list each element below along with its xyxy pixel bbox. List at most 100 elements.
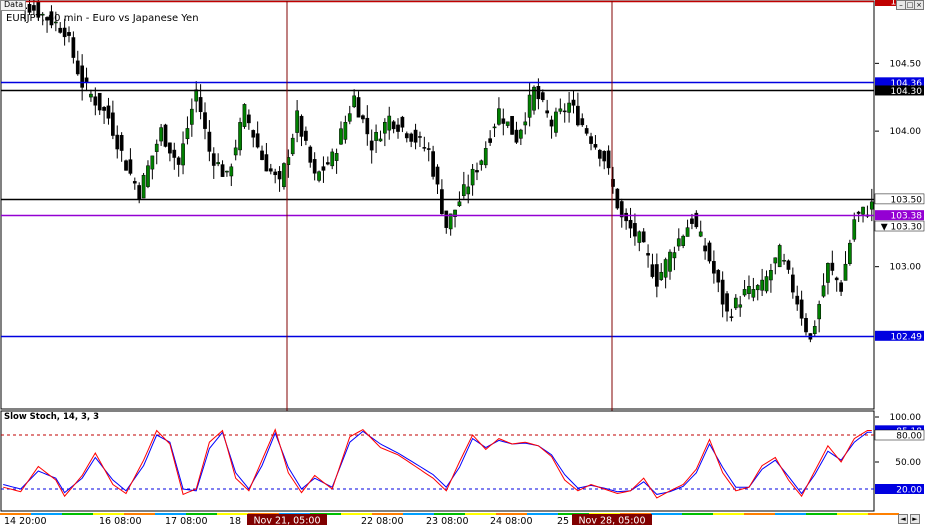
data-tab[interactable]: Data [0,0,26,11]
price-tag-label: 103.50 [891,195,923,205]
candle-body [672,252,677,259]
candle-body [650,264,655,277]
candle-body [777,245,782,268]
close-button[interactable]: × [914,0,924,10]
candle-body [760,279,764,291]
candle-body [159,127,163,142]
candle-body [404,133,409,139]
candle-body [396,124,400,132]
time-marker-tag-label: Nov 21, 05:00 [253,516,320,525]
session-strip [837,513,868,515]
candle-body [225,170,229,173]
candle-body [168,142,172,154]
candle-body [146,165,150,187]
candle-body [203,112,207,129]
candle-body [255,133,260,148]
session-strip [713,513,744,515]
candle-body [747,286,751,294]
candle-body [527,94,532,118]
candle-body [444,210,449,228]
candle-body [856,211,861,214]
candle-body [637,231,642,243]
candle-body [185,128,190,140]
session-strip [62,513,93,515]
candle-body [729,316,734,318]
price-tag-label: 104.30 [891,87,923,97]
candle-body [89,93,93,98]
candle-body [716,270,721,283]
candle-body [71,37,76,58]
session-strip [806,513,837,515]
candle-body [268,168,273,172]
candle-body [795,295,800,305]
price-tag-label: 103.38 [891,212,923,222]
stoch-tick-label: 100.00 [890,413,922,423]
candle-body [725,293,729,312]
session-strip [341,513,372,515]
candle-body [137,185,142,200]
candle-body [834,277,839,281]
candle-body [308,146,313,163]
candle-body [440,189,444,215]
candle-body [685,227,690,237]
candle-body [712,261,716,274]
candle-body [690,218,694,224]
candle-body [251,130,256,138]
candle-body [861,206,865,215]
session-strip [0,513,31,515]
candle-body [290,137,295,155]
candle-body [681,235,686,246]
candle-body [124,160,128,171]
candle-body [479,160,484,165]
candle-body [519,129,523,139]
session-strip [868,513,899,515]
candle-body [317,171,321,181]
scroll-left-button[interactable]: ◄ [898,514,908,524]
candle-body [93,96,98,106]
candle-body [189,108,194,125]
candle-body [698,231,703,237]
candle-body [514,129,519,143]
candle-body [597,149,602,159]
scroll-right-button[interactable]: ► [910,514,920,524]
candle-body [198,97,203,113]
candle-body [821,285,826,297]
candle-body [426,148,431,150]
price-tick-label: 104.00 [890,127,922,137]
candle-body [593,144,598,148]
candle-body [102,106,106,111]
session-strip [465,513,496,515]
stoch-pane [0,410,875,512]
candle-body [264,154,269,172]
candle-body [606,150,611,169]
candle-body [536,86,541,100]
candle-body [339,128,343,145]
time-axis-label: 24 08:00 [490,516,533,525]
time-marker-tag-label: Nov 28, 05:00 [578,516,645,525]
time-axis-label: 16 08:00 [99,516,142,525]
candle-body [852,219,857,240]
time-axis-label: 18 [229,516,241,525]
candle-body [738,304,743,308]
candle-body [194,89,199,102]
session-strip [372,513,403,515]
candle-body [602,151,607,162]
time-axis-label: 25 [557,516,569,525]
candle-body [295,110,299,133]
stoch-frame [0,410,875,512]
candle-body [352,95,356,108]
candle-body [119,135,124,151]
candle-body [84,77,89,83]
session-strip [527,513,558,515]
candle-body [580,118,585,126]
candle-body [790,274,795,293]
session-strip [682,513,713,515]
candle-body [633,223,637,237]
candle-body [549,119,554,127]
candle-body [277,171,282,180]
candle-body [238,122,242,151]
candle-body [619,201,624,218]
session-strip [403,513,434,515]
candle-body [764,276,769,292]
candle-body [470,168,475,186]
